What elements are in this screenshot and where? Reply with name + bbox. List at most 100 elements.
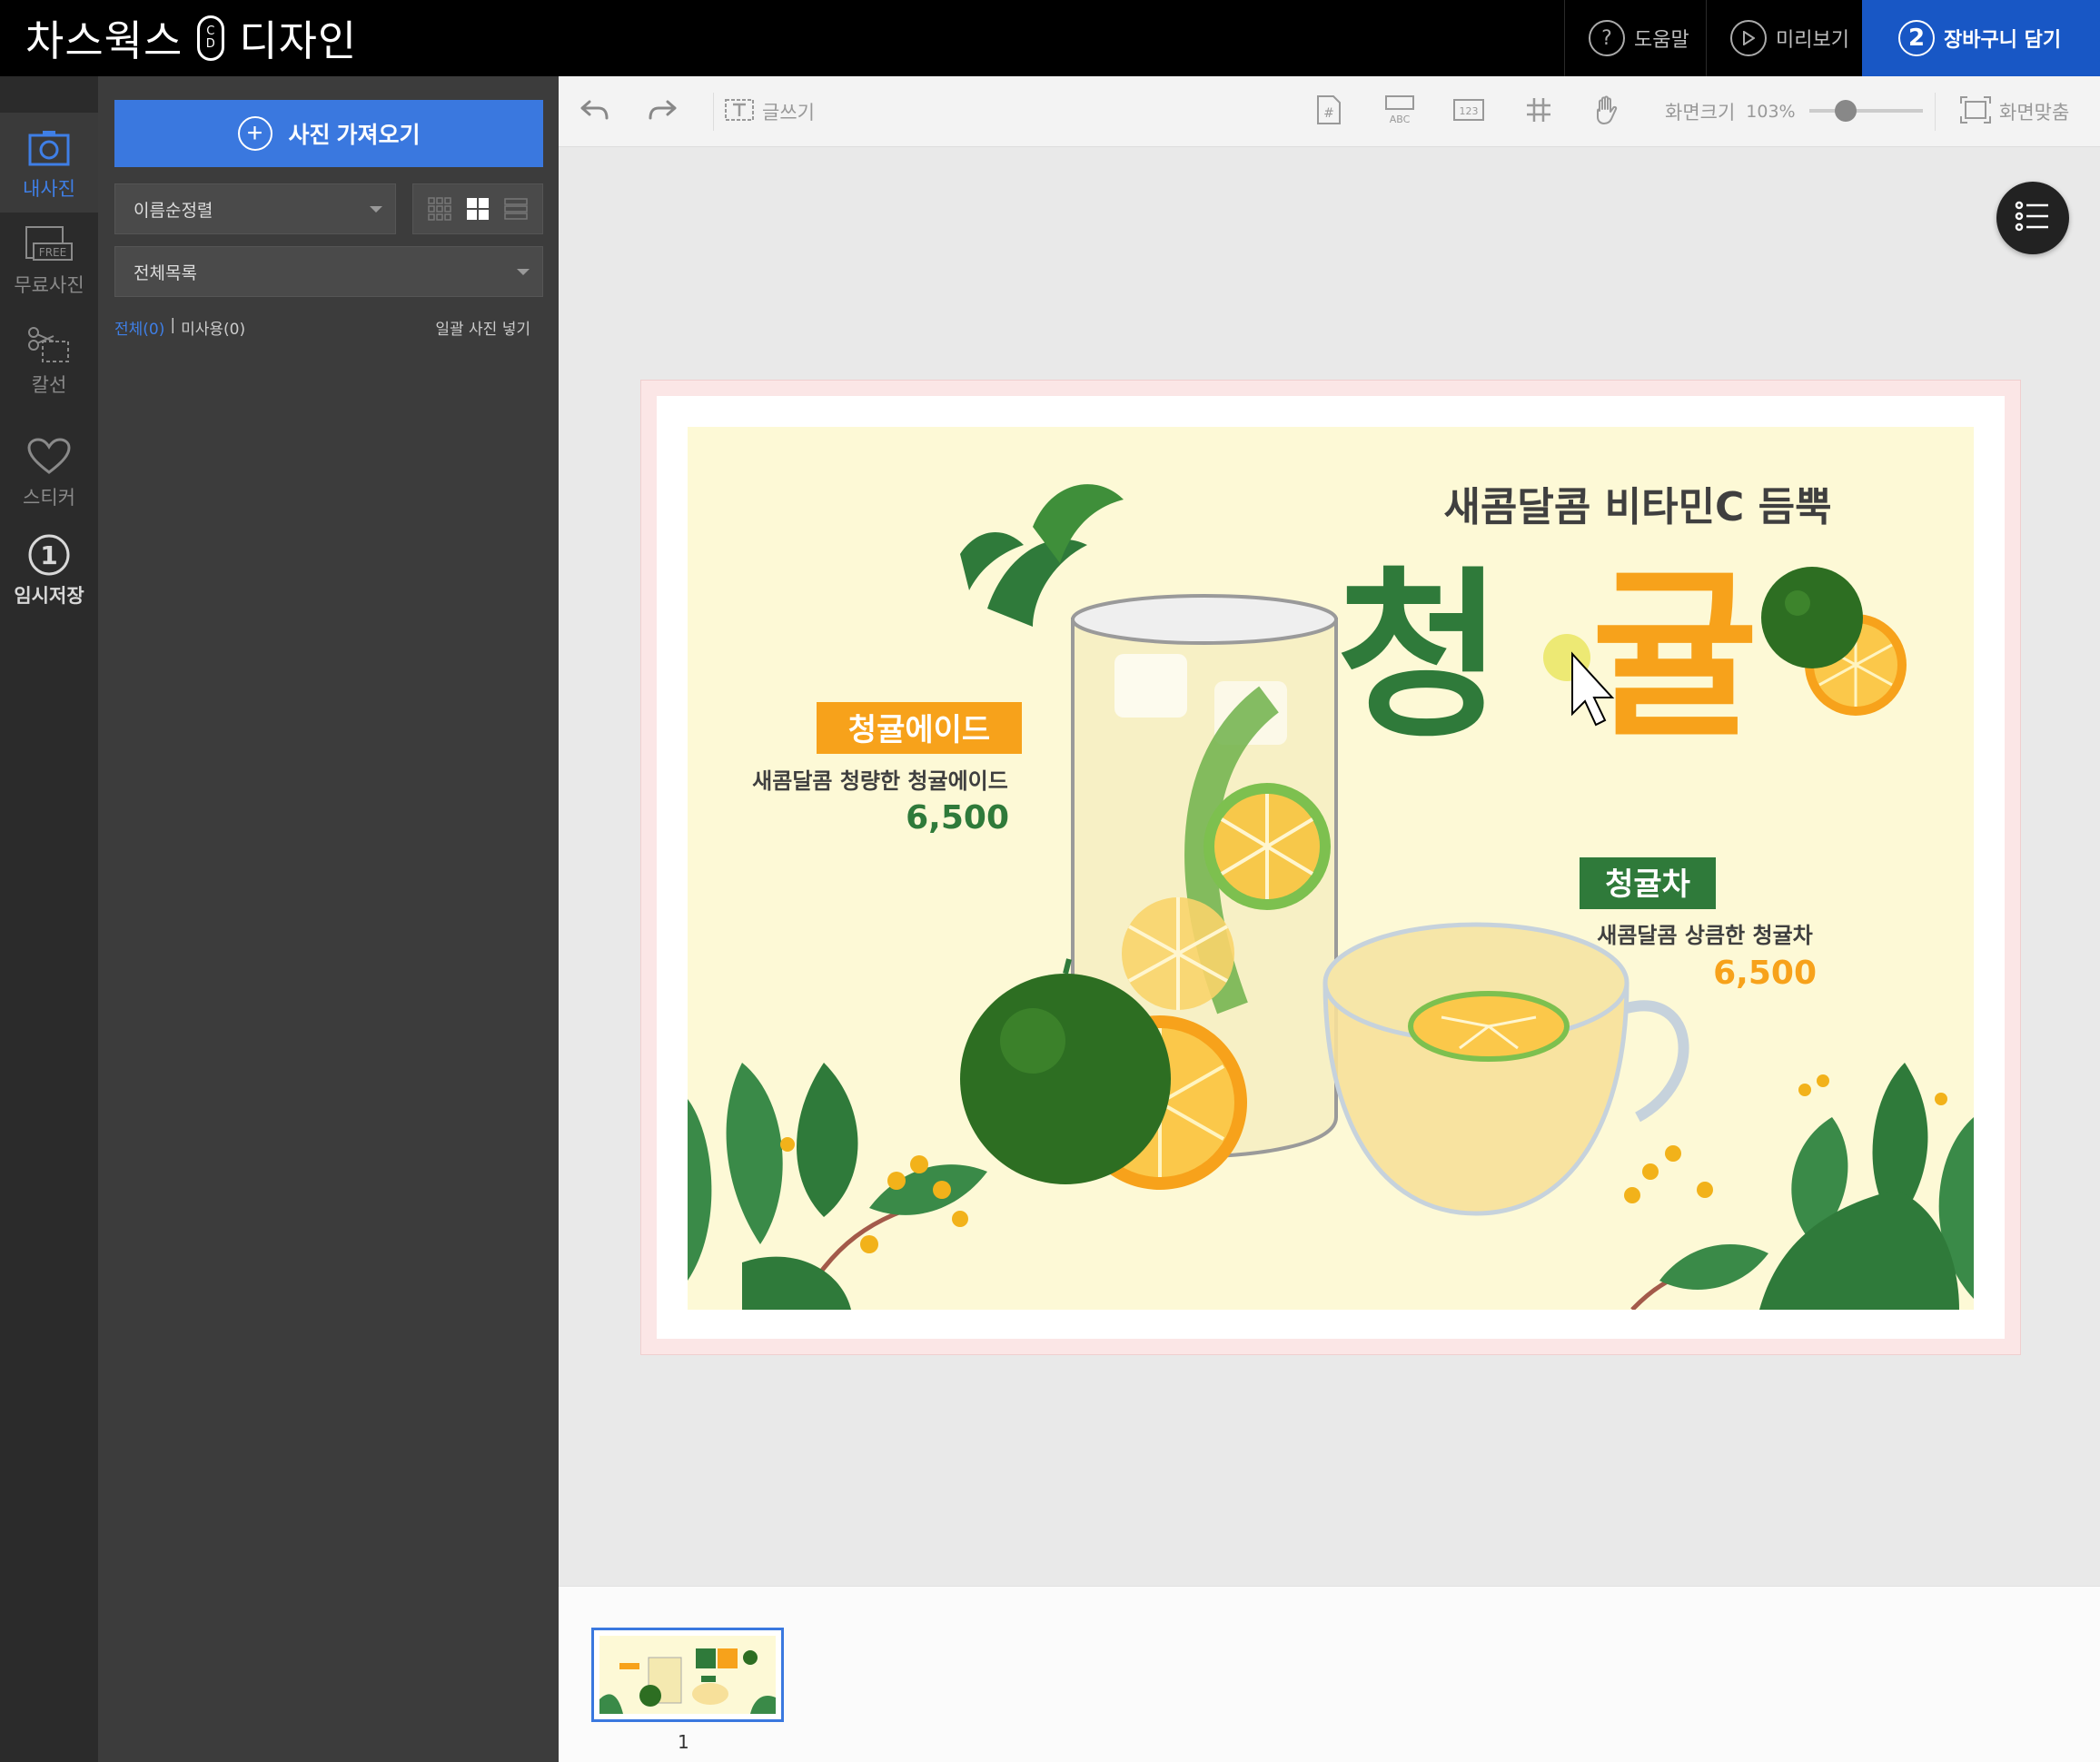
free-photo-icon: FREE <box>25 222 74 267</box>
fit-screen-button[interactable]: 화면맞춤 <box>1959 76 2069 147</box>
import-photo-label: 사진 가져오기 <box>288 123 421 148</box>
pan-tool-button[interactable] <box>1592 76 1621 147</box>
logo-letter-d: D <box>205 37 216 51</box>
text-label-button[interactable]: ABC <box>1383 76 1416 147</box>
svg-text:#: # <box>1323 106 1334 121</box>
sort-select[interactable]: 이름순정렬 <box>114 183 396 234</box>
redo-button[interactable] <box>648 76 679 147</box>
chevron-down-icon <box>517 269 530 275</box>
scissors-icon <box>25 322 74 367</box>
rail-label-cut-line: 칼선 <box>31 374 67 396</box>
product2-name[interactable]: 청귤차 <box>1605 866 1690 903</box>
cd-logo-icon: C D <box>197 15 225 61</box>
page-number-button[interactable]: # <box>1315 76 1342 147</box>
view-mode-toggle <box>412 183 543 234</box>
rail-item-my-photos[interactable]: 내사진 <box>0 113 98 213</box>
chevron-down-icon <box>370 206 382 213</box>
number-field-icon: 123 <box>1452 97 1485 127</box>
rail-label-free-photos: 무료사진 <box>14 274 84 296</box>
filter-unused-link[interactable]: 미사용(0) <box>181 316 245 339</box>
cart-label: 장바구니 담기 <box>1944 29 2062 52</box>
product1-description[interactable]: 새콤달콤 청량한 청귤에이드 <box>752 768 1008 794</box>
text-box-icon <box>724 96 755 128</box>
list-icon <box>2015 200 2051 236</box>
page-thumbnail[interactable] <box>591 1628 784 1722</box>
page-thumbnail-preview <box>599 1636 776 1714</box>
rail-item-cut-line[interactable]: 칼선 <box>0 322 98 412</box>
grid-icon <box>1525 96 1552 128</box>
small-grid-view-icon[interactable] <box>428 197 451 221</box>
import-photo-button[interactable]: + 사진 가져오기 <box>114 100 543 167</box>
menu-design-artwork[interactable]: 새콤달콤 비타민C 듬뿍 청 귤 청귤에이드 새콤달콤 청량한 청귤에이드 6,… <box>688 427 1974 1310</box>
product2-description[interactable]: 새콤달콤 상큼한 청귤차 <box>1597 923 1813 948</box>
zoom-label: 화면크기 <box>1665 102 1736 124</box>
svg-text:ABC: ABC <box>1390 114 1411 125</box>
zoom-slider[interactable] <box>1809 100 1923 122</box>
page-number-icon: # <box>1315 94 1342 130</box>
page-thumbnail-strip <box>559 1586 2100 1762</box>
zoom-slider-handle[interactable] <box>1835 100 1857 122</box>
redo-icon <box>648 98 679 126</box>
layer-list-button[interactable] <box>1996 182 2069 254</box>
camera-icon <box>25 125 74 171</box>
filter-separator: | <box>170 316 176 334</box>
page-thumbnail-number: 1 <box>678 1731 689 1753</box>
preview-label: 미리보기 <box>1776 29 1849 52</box>
filter-all-link[interactable]: 전체(0) <box>114 316 164 339</box>
heart-icon <box>25 434 74 480</box>
folder-select[interactable]: 전체목록 <box>114 246 543 297</box>
number-field-button[interactable]: 123 <box>1452 76 1485 147</box>
rail-label-temp-save: 임시저장 <box>14 585 84 607</box>
text-tool-button[interactable]: 글쓰기 <box>724 76 815 147</box>
svg-text:FREE: FREE <box>39 246 66 259</box>
undo-button[interactable] <box>579 76 609 147</box>
editor-toolbar: 글쓰기 # ABC 123 화면크기 103% 화면맞춤 <box>559 76 2100 147</box>
product2-price[interactable]: 6,500 <box>1713 955 1817 992</box>
product1-price[interactable]: 6,500 <box>906 799 1009 836</box>
brand-name-left: 차스웍스 <box>25 16 183 65</box>
tool-rail: 내사진 FREE 무료사진 칼선 스티커 1 임시저장 <box>0 76 98 1762</box>
add-to-cart-button[interactable]: 2 장바구니 담기 <box>1862 0 2100 76</box>
help-label: 도움말 <box>1634 29 1689 52</box>
save-number-icon: 1 <box>25 532 74 578</box>
help-button[interactable]: ? 도움말 <box>1564 0 1706 76</box>
list-view-icon[interactable] <box>504 197 528 221</box>
rail-item-free-photos[interactable]: FREE 무료사진 <box>0 222 98 312</box>
undo-icon <box>579 98 609 126</box>
design-headline[interactable]: 새콤달콤 비타민C 듬뿍 <box>1443 484 1831 530</box>
toolbar-divider <box>1935 93 1936 131</box>
question-icon: ? <box>1589 20 1625 56</box>
plus-circle-icon: + <box>237 116 272 151</box>
fit-screen-label: 화면맞춤 <box>1999 102 2070 124</box>
zoom-control: 화면크기 103% <box>1665 76 1796 147</box>
brand-logo[interactable]: 차스웍스 C D 디자인 <box>25 11 357 65</box>
photo-panel: + 사진 가져오기 이름순정렬 전체목록 전체(0) | 미사용(0) 일괄 사… <box>98 76 559 1762</box>
photo-filters: 전체(0) | 미사용(0) 일괄 사진 넣기 <box>114 316 543 339</box>
logo-letter-c: C <box>206 25 216 38</box>
hand-icon <box>1592 94 1621 130</box>
abc-label-icon: ABC <box>1383 94 1416 131</box>
fit-screen-icon <box>1959 95 1992 129</box>
step-number-icon: 2 <box>1898 20 1935 56</box>
product1-name[interactable]: 청귤에이드 <box>848 712 990 748</box>
text-tool-label: 글쓰기 <box>762 102 815 124</box>
svg-text:123: 123 <box>1460 105 1479 117</box>
grid-toggle-button[interactable] <box>1525 76 1552 147</box>
bulk-insert-link[interactable]: 일괄 사진 넣기 <box>435 316 530 339</box>
rail-label-sticker: 스티커 <box>23 487 75 509</box>
design-title-part2[interactable]: 귤 <box>1591 551 1758 763</box>
rail-item-sticker[interactable]: 스티커 <box>0 434 98 525</box>
folder-select-value: 전체목록 <box>134 262 197 283</box>
brand-name-right: 디자인 <box>239 16 358 65</box>
top-bar: 차스웍스 C D 디자인 ? 도움말 미리보기 2 장바구니 담기 <box>0 0 2100 76</box>
zoom-value: 103% <box>1746 102 1796 122</box>
large-grid-view-icon[interactable] <box>466 197 490 221</box>
rail-item-temp-save[interactable]: 1 임시저장 <box>0 532 98 632</box>
toolbar-divider <box>713 93 714 131</box>
sort-select-value: 이름순정렬 <box>134 200 213 221</box>
preview-button[interactable]: 미리보기 <box>1706 0 1862 76</box>
svg-text:1: 1 <box>40 540 57 570</box>
rail-label-my-photos: 내사진 <box>23 178 75 200</box>
design-title-part1[interactable]: 청 <box>1336 551 1503 763</box>
play-icon <box>1730 20 1767 56</box>
